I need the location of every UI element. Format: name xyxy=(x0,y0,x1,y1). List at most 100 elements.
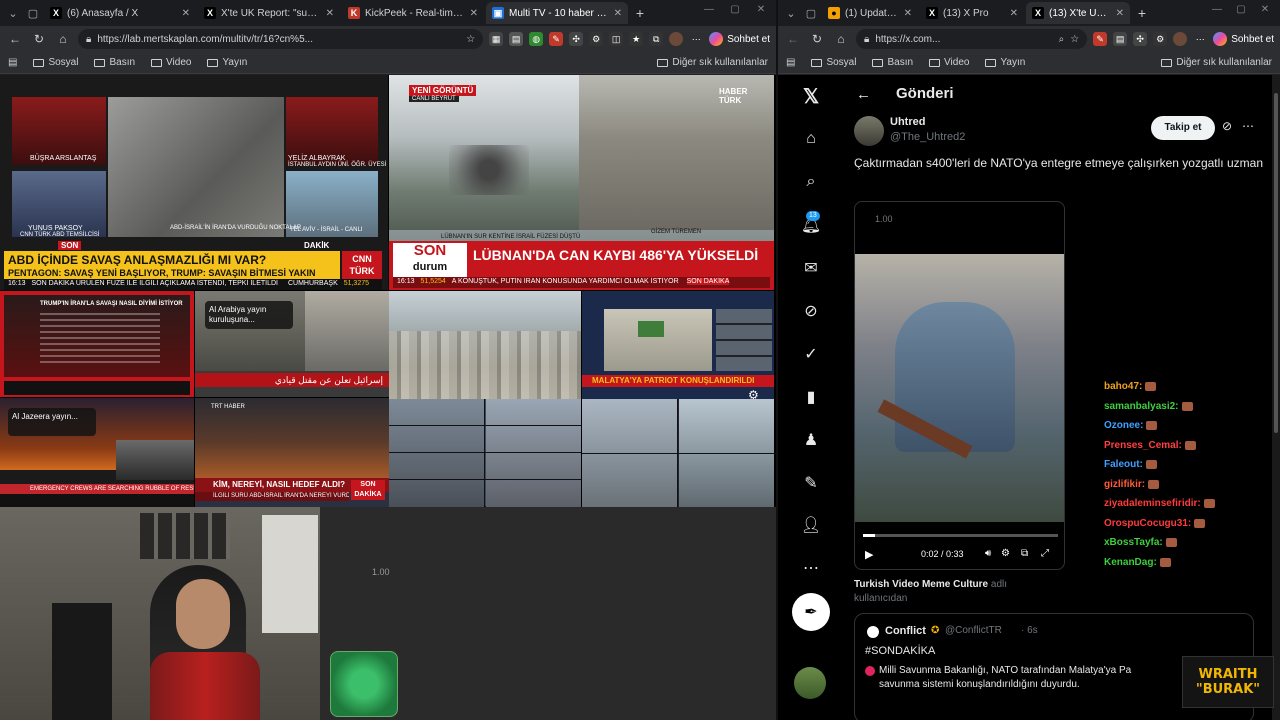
add-favorite-icon[interactable]: ☆ xyxy=(466,34,475,45)
copilot-button[interactable]: Sohbet et xyxy=(1213,32,1274,46)
source-account[interactable]: Turkish Video Meme Culture xyxy=(854,579,988,590)
copilot-button[interactable]: Sohbet et xyxy=(709,32,770,46)
author-name[interactable]: Uhtred xyxy=(890,116,925,128)
home-icon[interactable]: ⌂ xyxy=(832,32,850,46)
pip-icon[interactable]: ⧉ xyxy=(1021,548,1028,559)
grok-icon[interactable]: ⊘ xyxy=(798,298,824,324)
tab-menu-icon[interactable]: ⌄ xyxy=(782,7,800,20)
bookmark-folder[interactable]: Basın xyxy=(872,57,913,68)
tv-cell-skyline[interactable] xyxy=(389,291,581,399)
tab-update-iran[interactable]: ● (1) Update Iran w... ✕ xyxy=(822,2,918,24)
fullscreen-icon[interactable]: ⤢ xyxy=(1041,548,1049,559)
tab-uhtred[interactable]: X (13) X'te Uhtred: " ✕ xyxy=(1026,2,1130,24)
extension-icon[interactable]: ✣ xyxy=(1133,32,1148,46)
extension-icon[interactable]: ▤ xyxy=(1113,32,1128,46)
scrollbar-thumb[interactable] xyxy=(1274,93,1278,433)
video-player[interactable]: 1.00 ▶ 0:02 / 0:33 🔊︎ ⚙ ⧉ ⤢ xyxy=(854,201,1065,570)
close-tab-icon[interactable]: ✕ xyxy=(470,8,478,19)
profile-icon[interactable]: 👤︎ xyxy=(798,512,824,538)
bookmark-folder[interactable]: Video xyxy=(151,57,191,68)
bookmark-folder[interactable]: Video xyxy=(929,57,969,68)
collections-icon[interactable]: ⧉ xyxy=(649,32,664,46)
tv-cell-3[interactable]: TRUMP'IN İRAN'LA SAVAŞI NASIL DİYİMİ İST… xyxy=(0,291,194,397)
compose-post-button[interactable]: ✒ xyxy=(792,593,830,631)
tv-cell-malatya[interactable]: MALATYA'YA PATRIOT KONUŞLANDIRILDI ⚙ xyxy=(582,291,774,399)
tab-uk-report[interactable]: X X'te UK Report: "susu... — A ✕ xyxy=(198,2,340,24)
tv-cell-live-cameras[interactable] xyxy=(389,399,581,507)
bookmark-folder[interactable]: Basın xyxy=(94,57,135,68)
tv-cell-4[interactable]: Al Arabiya yayın kuruluşuna... إسرائيل ت… xyxy=(195,291,389,397)
close-tab-icon[interactable]: ✕ xyxy=(182,8,190,19)
minimize-icon[interactable]: — xyxy=(1208,4,1226,15)
post-more-icon[interactable]: ⋯ xyxy=(1242,119,1254,133)
verified-icon[interactable]: ✓ xyxy=(798,341,824,367)
bookmark-folder[interactable]: Yayın xyxy=(985,57,1025,68)
bookmark-folder[interactable]: Yayın xyxy=(207,57,247,68)
tv-cell-live-cameras-2[interactable] xyxy=(582,399,774,507)
profile-avatar[interactable] xyxy=(1173,32,1188,46)
author-avatar[interactable] xyxy=(854,116,884,146)
tv-cell-haberturk[interactable]: YENİ GÖRÜNTÜ CANLI BEYRUT HABER TÜRK LÜB… xyxy=(389,75,774,290)
favorites-icon[interactable]: ★ xyxy=(629,32,644,46)
close-window-icon[interactable]: ✕ xyxy=(752,4,770,15)
bookmark-folder[interactable]: Sosyal xyxy=(33,57,78,68)
tab-multitv[interactable]: ▣ Multi TV - 10 haber kanalını ay ✕ xyxy=(486,2,628,24)
new-tab-icon[interactable]: + xyxy=(630,5,650,21)
video-progress-track[interactable] xyxy=(863,534,1058,537)
messages-icon[interactable]: ✉ xyxy=(798,255,824,281)
jobs-icon[interactable]: ♟ xyxy=(798,427,824,453)
refresh-icon[interactable]: ↻ xyxy=(808,32,826,46)
tab-anasayfa[interactable]: X (6) Anasayfa / X ✕ xyxy=(44,2,196,24)
extension-icon[interactable]: ✎ xyxy=(1093,32,1108,46)
back-icon[interactable]: ← xyxy=(784,32,802,46)
maximize-icon[interactable]: ▢ xyxy=(1232,4,1250,15)
more-icon[interactable]: ⋯ xyxy=(1193,32,1207,46)
back-arrow-icon[interactable]: ← xyxy=(856,86,871,103)
tab-kickpeek[interactable]: K KickPeek - Real-time URL Cra ✕ xyxy=(342,2,484,24)
extensions-icon[interactable]: ⚙ xyxy=(1153,32,1168,46)
play-icon[interactable]: ▶ xyxy=(865,548,873,561)
extension-icon[interactable]: ▤ xyxy=(509,32,524,46)
home-icon[interactable]: ⌂ xyxy=(798,126,824,152)
extension-icon[interactable]: ▦ xyxy=(489,32,504,46)
split-screen-icon[interactable]: ◫ xyxy=(609,32,624,46)
add-favorite-icon[interactable]: ☆ xyxy=(1070,34,1079,45)
close-tab-icon[interactable]: ✕ xyxy=(326,8,334,19)
volume-icon[interactable]: 🔊︎ xyxy=(985,548,991,559)
bookmark-menu-icon[interactable]: ▤ xyxy=(786,57,795,68)
home-icon[interactable]: ⌂ xyxy=(54,32,72,46)
refresh-icon[interactable]: ↻ xyxy=(30,32,48,46)
extension-icon[interactable]: ✣ xyxy=(569,32,584,46)
back-icon[interactable]: ← xyxy=(6,32,24,46)
tv-cell-aljazeera[interactable]: Al Jazeera yayın... EMERGENCY CREWS ARE … xyxy=(0,398,194,507)
close-tab-icon[interactable]: ✕ xyxy=(1116,8,1124,19)
author-handle[interactable]: @The_Uhtred2 xyxy=(890,131,965,143)
tab-menu-icon[interactable]: ⌄ xyxy=(4,7,22,20)
close-tab-icon[interactable]: ✕ xyxy=(614,8,622,19)
page-scrollbar[interactable] xyxy=(1272,75,1280,720)
bookmark-menu-icon[interactable]: ▤ xyxy=(8,57,17,68)
close-tab-icon[interactable]: ✕ xyxy=(1010,8,1018,19)
maximize-icon[interactable]: ▢ xyxy=(726,4,744,15)
account-avatar[interactable] xyxy=(794,667,826,699)
grok-explain-icon[interactable]: ⊘ xyxy=(1222,119,1232,133)
workspaces-icon[interactable]: ▢ xyxy=(24,7,42,20)
zoom-icon[interactable]: ⌕ xyxy=(1059,34,1065,45)
url-field[interactable]: 🔒︎ https://lab.mertskaplan.com/multitv/t… xyxy=(78,29,484,49)
url-field[interactable]: 🔒︎ https://x.com... ⌕ ☆ xyxy=(856,29,1088,49)
bookmarks-icon[interactable]: ▮ xyxy=(798,384,824,410)
extension-icon[interactable]: ✎ xyxy=(549,32,564,46)
tab-x-pro[interactable]: X (13) X Pro ✕ xyxy=(920,2,1024,24)
extensions-icon[interactable]: ⚙ xyxy=(589,32,604,46)
more-icon[interactable]: ⋯ xyxy=(798,555,824,581)
follow-button[interactable]: Takip et xyxy=(1151,116,1215,140)
other-bookmarks[interactable]: Diğer sık kullanılanlar xyxy=(1161,57,1272,68)
more-icon[interactable]: ⋯ xyxy=(689,32,703,46)
communities-icon[interactable]: ✎ xyxy=(798,470,824,496)
bookmark-folder[interactable]: Sosyal xyxy=(811,57,856,68)
profile-avatar[interactable] xyxy=(669,32,684,46)
tv-cell-cnnturk[interactable]: BÜŞRA ARSLANTAŞ YELİZ ALBAYRAK İSTANBUL … xyxy=(0,75,388,290)
close-window-icon[interactable]: ✕ xyxy=(1256,4,1274,15)
tv-cell-trt[interactable]: TRT HABER KİM, NEREYİ, NASIL HEDEF ALDI?… xyxy=(195,398,389,507)
x-logo-icon[interactable]: 𝕏 xyxy=(798,83,824,109)
